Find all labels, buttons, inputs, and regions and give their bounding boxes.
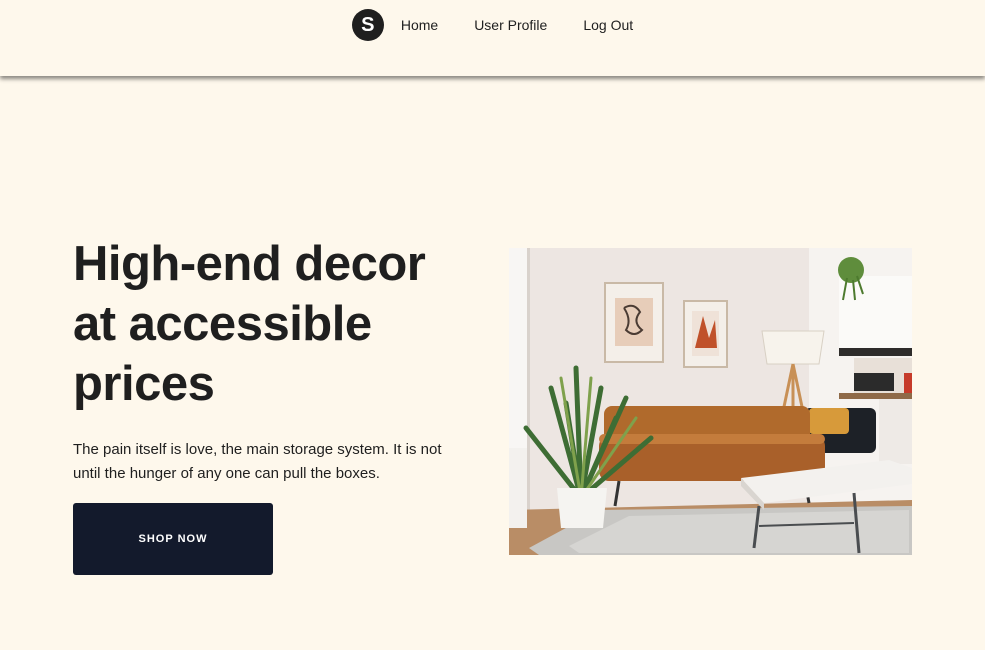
nav-link-log-out[interactable]: Log Out [583,17,633,33]
top-navigation-bar: S Home User Profile Log Out [0,0,985,76]
living-room-photo [509,248,912,555]
living-room-illustration [509,248,912,555]
hero-text-block: High-end decor at accessible prices The … [73,234,473,575]
shop-now-button[interactable]: SHOP NOW [73,503,273,575]
hero-headline: High-end decor at accessible prices [73,237,426,411]
hero-section: High-end decor at accessible prices The … [0,76,985,650]
hero-subtext: The pain itself is love, the main storag… [73,441,442,482]
nav-link-home[interactable]: Home [401,17,438,33]
logo-icon[interactable]: S [351,9,384,41]
nav-link-user-profile[interactable]: User Profile [474,17,547,33]
main-nav: S Home User Profile Log Out [351,9,633,41]
